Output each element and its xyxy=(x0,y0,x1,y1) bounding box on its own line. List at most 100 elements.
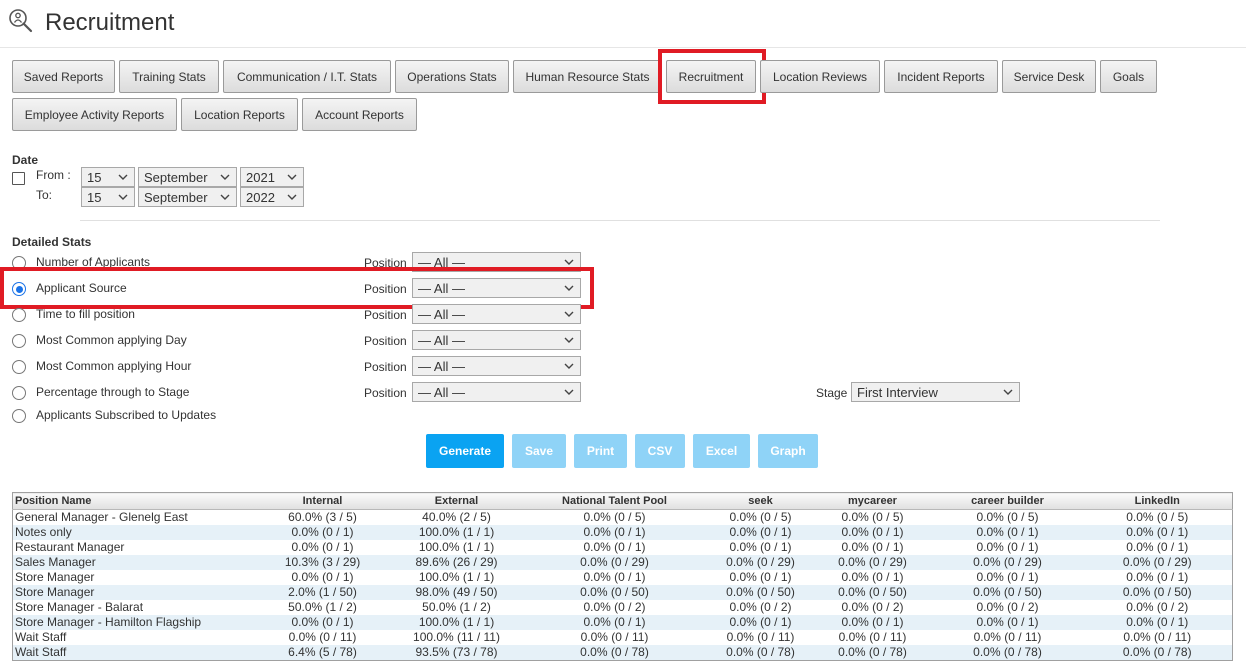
stage-select[interactable]: First Interview xyxy=(851,382,1020,402)
option-most-common-day-label: Most Common applying Day xyxy=(36,333,187,347)
tab-recruitment[interactable]: Recruitment xyxy=(666,60,756,93)
position-name-cell: Store Manager xyxy=(12,585,253,600)
table-cell: 0.0% (0 / 1) xyxy=(583,570,646,584)
chevron-down-icon xyxy=(1003,389,1013,395)
column-header[interactable]: seek xyxy=(708,492,813,510)
to-year-select[interactable]: 2022 xyxy=(240,187,304,207)
column-header[interactable]: Internal xyxy=(252,492,393,510)
from-month-select[interactable]: September xyxy=(138,167,237,187)
table-row: General Manager - Glenelg East 60.0% (3 /… xyxy=(13,510,1233,526)
table-cell: 50.0% (1 / 2) xyxy=(288,600,357,614)
table-cell: 0.0% (0 / 2) xyxy=(729,600,792,614)
column-header[interactable]: LinkedIn xyxy=(1082,492,1233,510)
excel-button[interactable]: Excel xyxy=(693,434,750,468)
table-cell: 0.0% (0 / 5) xyxy=(1126,510,1189,524)
date-filter-checkbox[interactable] xyxy=(12,172,25,185)
table-cell: 0.0% (0 / 1) xyxy=(520,525,709,540)
table-cell: 100.0% (11 / 11) xyxy=(413,630,500,644)
from-year-value: 2021 xyxy=(246,169,275,185)
to-day-select[interactable]: 15 xyxy=(81,187,135,207)
table-cell: 2.0% (1 / 50) xyxy=(252,585,393,600)
chevron-down-icon xyxy=(564,389,574,395)
from-day-select[interactable]: 15 xyxy=(81,167,135,187)
table-cell: 0.0% (0 / 78) xyxy=(812,645,933,661)
table-cell: 0.0% (0 / 2) xyxy=(841,600,904,614)
tab-service-desk[interactable]: Service Desk xyxy=(1002,60,1096,93)
table-cell: 0.0% (0 / 1) xyxy=(729,540,792,554)
tab-location-reports[interactable]: Location Reports xyxy=(181,98,298,131)
table-row: Wait Staff 6.4% (5 / 78) 93.5% (73 / 78) 0.… xyxy=(12,645,1233,661)
column-header[interactable]: Position Name xyxy=(12,492,253,510)
tab-location-reviews[interactable]: Location Reviews xyxy=(760,60,880,93)
tab-operations-stats[interactable]: Operations Stats xyxy=(395,60,509,93)
position-name-cell: Wait Staff xyxy=(12,645,253,661)
to-year-value: 2022 xyxy=(246,189,275,205)
position-select-percentage-through-stage[interactable]: — All — xyxy=(412,382,581,402)
column-header[interactable]: career builder xyxy=(932,492,1083,510)
section-divider xyxy=(80,220,1160,221)
column-header[interactable]: mycareer xyxy=(812,492,933,510)
column-header[interactable]: External xyxy=(392,492,521,510)
detailed-stats-heading: Detailed Stats xyxy=(12,235,92,249)
table-cell: 100.0% (1 / 1) xyxy=(392,615,521,630)
radio-applicants-subscribed[interactable] xyxy=(12,409,26,423)
radio-percentage-through-stage[interactable] xyxy=(12,386,26,400)
csv-button[interactable]: CSV xyxy=(635,434,685,468)
table-cell: 100.0% (1 / 1) xyxy=(392,525,521,540)
position-label: Position xyxy=(364,386,407,400)
table-cell: 0.0% (0 / 5) xyxy=(583,510,646,524)
save-button[interactable]: Save xyxy=(512,434,566,468)
tab-saved-reports[interactable]: Saved Reports xyxy=(12,60,115,93)
page-header: Recruitment xyxy=(0,0,1246,48)
table-cell: 0.0% (0 / 1) xyxy=(1082,615,1233,630)
date-from-label: From : xyxy=(36,168,71,182)
table-cell: 0.0% (0 / 1) xyxy=(841,540,904,554)
position-label: Position xyxy=(364,334,407,348)
tab-incident-reports[interactable]: Incident Reports xyxy=(884,60,998,93)
table-cell: 0.0% (0 / 5) xyxy=(729,510,792,524)
table-cell: 0.0% (0 / 78) xyxy=(1082,645,1233,661)
table-cell: 0.0% (0 / 1) xyxy=(976,540,1039,554)
option-applicants-subscribed-label: Applicants Subscribed to Updates xyxy=(36,408,217,422)
position-select-value: — All — xyxy=(418,332,465,348)
table-cell: 0.0% (0 / 1) xyxy=(1082,525,1233,540)
table-cell: 0.0% (0 / 50) xyxy=(708,585,813,600)
position-select-most-common-day[interactable]: — All — xyxy=(412,330,581,350)
table-row: Store Manager 0.0% (0 / 1) 100.0% (1 / 1) 0… xyxy=(13,570,1233,585)
to-month-select[interactable]: September xyxy=(138,187,237,207)
table-cell: 89.6% (26 / 29) xyxy=(392,555,521,570)
table-cell: 0.0% (0 / 29) xyxy=(708,555,813,570)
table-cell: 0.0% (0 / 11) xyxy=(973,630,1042,644)
date-heading: Date xyxy=(12,153,39,167)
position-select-most-common-hour[interactable]: — All — xyxy=(412,356,581,376)
from-month-value: September xyxy=(144,169,208,185)
stage-label: Stage xyxy=(816,386,848,400)
table-cell: 0.0% (0 / 2) xyxy=(1126,600,1189,614)
table-cell: 0.0% (0 / 2) xyxy=(976,600,1039,614)
column-header[interactable]: National Talent Pool xyxy=(520,492,709,510)
from-year-select[interactable]: 2021 xyxy=(240,167,304,187)
tab-training-stats[interactable]: Training Stats xyxy=(119,60,219,93)
position-select-time-to-fill[interactable]: — All — xyxy=(412,304,581,324)
print-button[interactable]: Print xyxy=(574,434,627,468)
tab-goals[interactable]: Goals xyxy=(1100,60,1157,93)
table-cell: 98.0% (49 / 50) xyxy=(392,585,521,600)
table-cell: 0.0% (0 / 1) xyxy=(252,525,393,540)
tab-human-resource-stats[interactable]: Human Resource Stats xyxy=(513,60,662,93)
generate-button[interactable]: Generate xyxy=(426,434,504,468)
graph-button[interactable]: Graph xyxy=(758,434,818,468)
radio-most-common-day[interactable] xyxy=(12,334,26,348)
chevron-down-icon xyxy=(118,174,128,180)
table-cell: 50.0% (1 / 2) xyxy=(422,600,491,614)
tab-employee-activity-reports[interactable]: Employee Activity Reports xyxy=(12,98,177,131)
position-name-cell: Store Manager - Hamilton Flagship xyxy=(12,615,253,630)
radio-most-common-hour[interactable] xyxy=(12,360,26,374)
table-cell: 60.0% (3 / 5) xyxy=(288,510,357,524)
tab-communication-it-stats[interactable]: Communication / I.T. Stats xyxy=(223,60,391,93)
recruitment-person-search-icon xyxy=(9,9,33,33)
table-cell: 100.0% (1 / 1) xyxy=(418,570,495,584)
radio-time-to-fill-position[interactable] xyxy=(12,308,26,322)
stage-select-value: First Interview xyxy=(857,384,938,400)
position-name-cell: Store Manager - Balarat xyxy=(15,600,144,614)
tab-account-reports[interactable]: Account Reports xyxy=(302,98,417,131)
